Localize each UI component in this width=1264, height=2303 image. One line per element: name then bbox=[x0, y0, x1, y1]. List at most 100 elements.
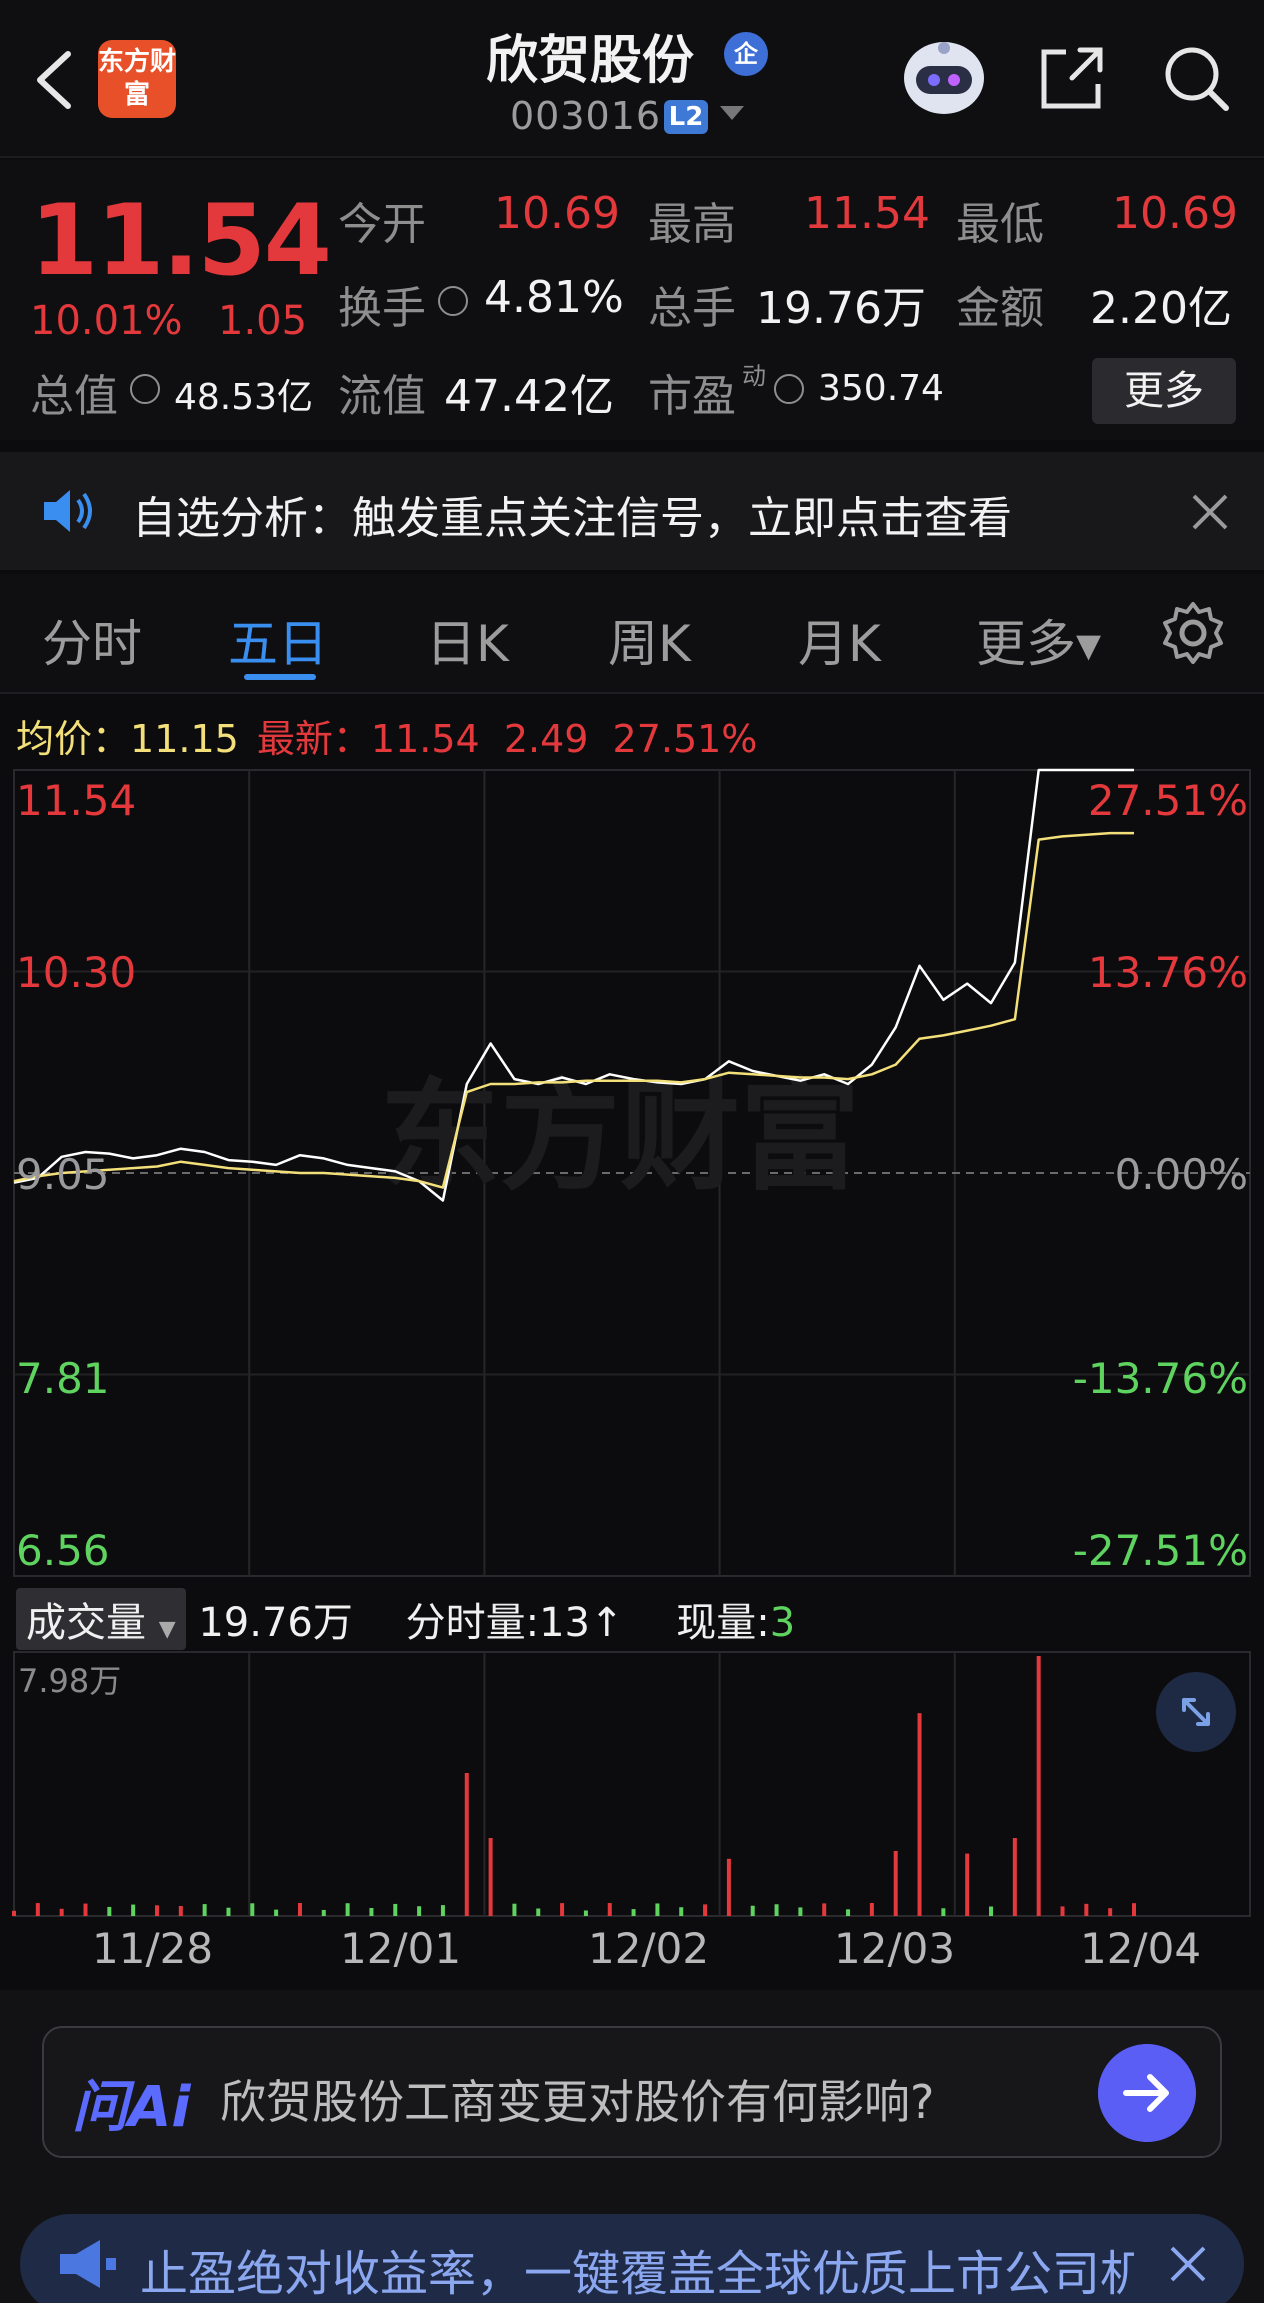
volume-bar bbox=[703, 1904, 708, 1916]
pe-dynamic-tag: 动 bbox=[742, 362, 766, 390]
high-label: 最高 bbox=[648, 199, 736, 250]
arrow-right-icon[interactable] bbox=[1098, 2044, 1196, 2142]
arrow-up-icon: ↑ bbox=[589, 1600, 624, 1646]
last-price: 11.54 bbox=[30, 184, 332, 298]
back-arrow-icon[interactable] bbox=[24, 40, 84, 120]
change-percent: 10.01% bbox=[30, 298, 183, 344]
x-axis-date: 12/03 bbox=[834, 1924, 956, 1973]
volume-bar bbox=[512, 1903, 517, 1916]
tick-volume-value: 13 bbox=[539, 1600, 590, 1646]
stock-name: 欣贺股份 bbox=[485, 31, 694, 91]
amount-label: 金额 bbox=[956, 283, 1044, 334]
avg-price-value: 11.15 bbox=[130, 717, 239, 761]
volume-bar bbox=[1012, 1838, 1017, 1916]
five-day-chart[interactable]: 东方财富 bbox=[0, 760, 1264, 1930]
high-value: 11.54 bbox=[804, 188, 930, 239]
volume-bar bbox=[417, 1906, 422, 1916]
volume-bar bbox=[226, 1907, 231, 1916]
volume-bar bbox=[12, 1910, 16, 1916]
x-axis-date: 11/28 bbox=[92, 1924, 214, 1973]
y-right-tick: 0.00% bbox=[1114, 1150, 1248, 1199]
volume-bar bbox=[893, 1851, 898, 1916]
total-volume: 19.76万 bbox=[198, 1600, 353, 1646]
tab-more[interactable]: 更多▾ bbox=[976, 604, 1101, 676]
y-right-tick: 13.76% bbox=[1087, 948, 1248, 997]
notice-bar[interactable]: 自选分析：触发重点关注信号，立即点击查看 bbox=[0, 452, 1264, 570]
volume-bar bbox=[345, 1903, 350, 1916]
info-icon[interactable] bbox=[130, 374, 160, 404]
volume-bar bbox=[250, 1903, 255, 1916]
volume-bar bbox=[631, 1909, 636, 1916]
volume-bar bbox=[274, 1909, 279, 1916]
volume-bar bbox=[583, 1910, 588, 1916]
search-icon[interactable] bbox=[1160, 42, 1232, 114]
pe-label: 市盈 bbox=[648, 371, 736, 422]
volume-bar bbox=[1084, 1903, 1089, 1916]
latest-percent: 27.51% bbox=[612, 717, 758, 761]
promo-ticker[interactable]: 止盈绝对收益率，一键覆盖全球优质上市公司机会 bbox=[20, 2214, 1244, 2303]
volume-bar bbox=[1132, 1903, 1136, 1916]
chevron-down-icon: ▼ bbox=[158, 1617, 176, 1642]
level2-badge[interactable]: L2 bbox=[664, 100, 708, 134]
close-icon[interactable] bbox=[1168, 2244, 1208, 2284]
tab-weekly-k[interactable]: 周K bbox=[608, 604, 691, 676]
level-dropdown-caret-icon[interactable] bbox=[720, 106, 744, 120]
ai-question-text[interactable]: 欣贺股份工商变更对股价有何影响? bbox=[220, 2066, 934, 2132]
y-left-tick: 9.05 bbox=[16, 1150, 110, 1199]
tab-intraday[interactable]: 分时 bbox=[42, 604, 142, 676]
tab-monthly-k[interactable]: 月K bbox=[798, 604, 881, 676]
close-icon[interactable] bbox=[1190, 492, 1230, 532]
volume-panel-border bbox=[13, 1651, 1251, 1917]
chart-legend: 均价：11.15 最新：11.54 2.49 27.51% bbox=[16, 708, 757, 763]
enterprise-badge: 企 bbox=[724, 32, 768, 76]
stock-code: 003016 bbox=[510, 94, 662, 138]
app-logo[interactable]: 东方财富 bbox=[98, 40, 176, 118]
volume-bar bbox=[607, 1903, 612, 1916]
y-right-tick: -13.76% bbox=[1072, 1354, 1248, 1403]
market-cap-label: 总值 bbox=[30, 371, 118, 422]
y-left-tick: 6.56 bbox=[16, 1526, 110, 1575]
volume-indicator-select[interactable]: 成交量 ▼ bbox=[16, 1588, 186, 1650]
volume-bar bbox=[488, 1838, 493, 1916]
volume-bar bbox=[941, 1908, 946, 1916]
volume-bar bbox=[107, 1906, 112, 1916]
tab-five-day[interactable]: 五日 bbox=[228, 604, 328, 676]
volume-bar bbox=[1060, 1906, 1065, 1916]
volume-bar bbox=[750, 1905, 755, 1916]
avg-price-label: 均价： bbox=[16, 717, 131, 761]
assistant-robot-icon[interactable] bbox=[900, 36, 988, 116]
more-quote-button[interactable]: 更多 bbox=[1092, 358, 1236, 424]
volume-bar bbox=[536, 1908, 541, 1916]
ai-assistant-area: 问Ai 欣贺股份工商变更对股价有何影响? 止盈绝对收益率，一键覆盖全球优质上市公… bbox=[0, 1990, 1264, 2303]
volume-bar bbox=[869, 1903, 874, 1916]
volume-bar bbox=[989, 1906, 994, 1916]
change-amount: 1.05 bbox=[218, 298, 308, 344]
chart-grid bbox=[13, 769, 1251, 1917]
current-volume-value: 3 bbox=[769, 1600, 796, 1646]
y-right-tick: -27.51% bbox=[1072, 1526, 1248, 1575]
tab-daily-k[interactable]: 日K bbox=[426, 604, 509, 676]
float-cap-label: 流值 bbox=[338, 371, 426, 422]
info-icon[interactable] bbox=[438, 286, 468, 316]
volume-select-label: 成交量 bbox=[26, 1600, 146, 1646]
volume-bar bbox=[178, 1905, 183, 1916]
volume-bar bbox=[655, 1903, 660, 1916]
latest-value: 11.54 bbox=[370, 717, 480, 761]
volume-bar bbox=[440, 1905, 445, 1916]
volume-bar bbox=[846, 1909, 851, 1916]
ai-logo: 问Ai bbox=[72, 2075, 191, 2140]
megaphone-icon bbox=[60, 2240, 116, 2288]
notice-text[interactable]: 自选分析：触发重点关注信号，立即点击查看 bbox=[132, 482, 1012, 546]
volume-bar bbox=[464, 1773, 469, 1916]
promo-text[interactable]: 止盈绝对收益率，一键覆盖全球优质上市公司机会 bbox=[140, 2234, 1196, 2303]
info-icon[interactable] bbox=[774, 374, 804, 404]
gear-icon[interactable] bbox=[1160, 600, 1226, 666]
ai-question-box[interactable]: 问Ai 欣贺股份工商变更对股价有何影响? bbox=[42, 2026, 1222, 2158]
volume-bar bbox=[154, 1905, 159, 1916]
expand-icon[interactable] bbox=[1154, 1670, 1238, 1754]
share-icon[interactable] bbox=[1036, 42, 1108, 114]
y-left-tick: 7.81 bbox=[16, 1354, 110, 1403]
market-cap-value: 48.53亿 bbox=[174, 377, 314, 418]
volume-bar bbox=[131, 1904, 136, 1916]
volume-value: 19.76万 bbox=[756, 283, 926, 334]
